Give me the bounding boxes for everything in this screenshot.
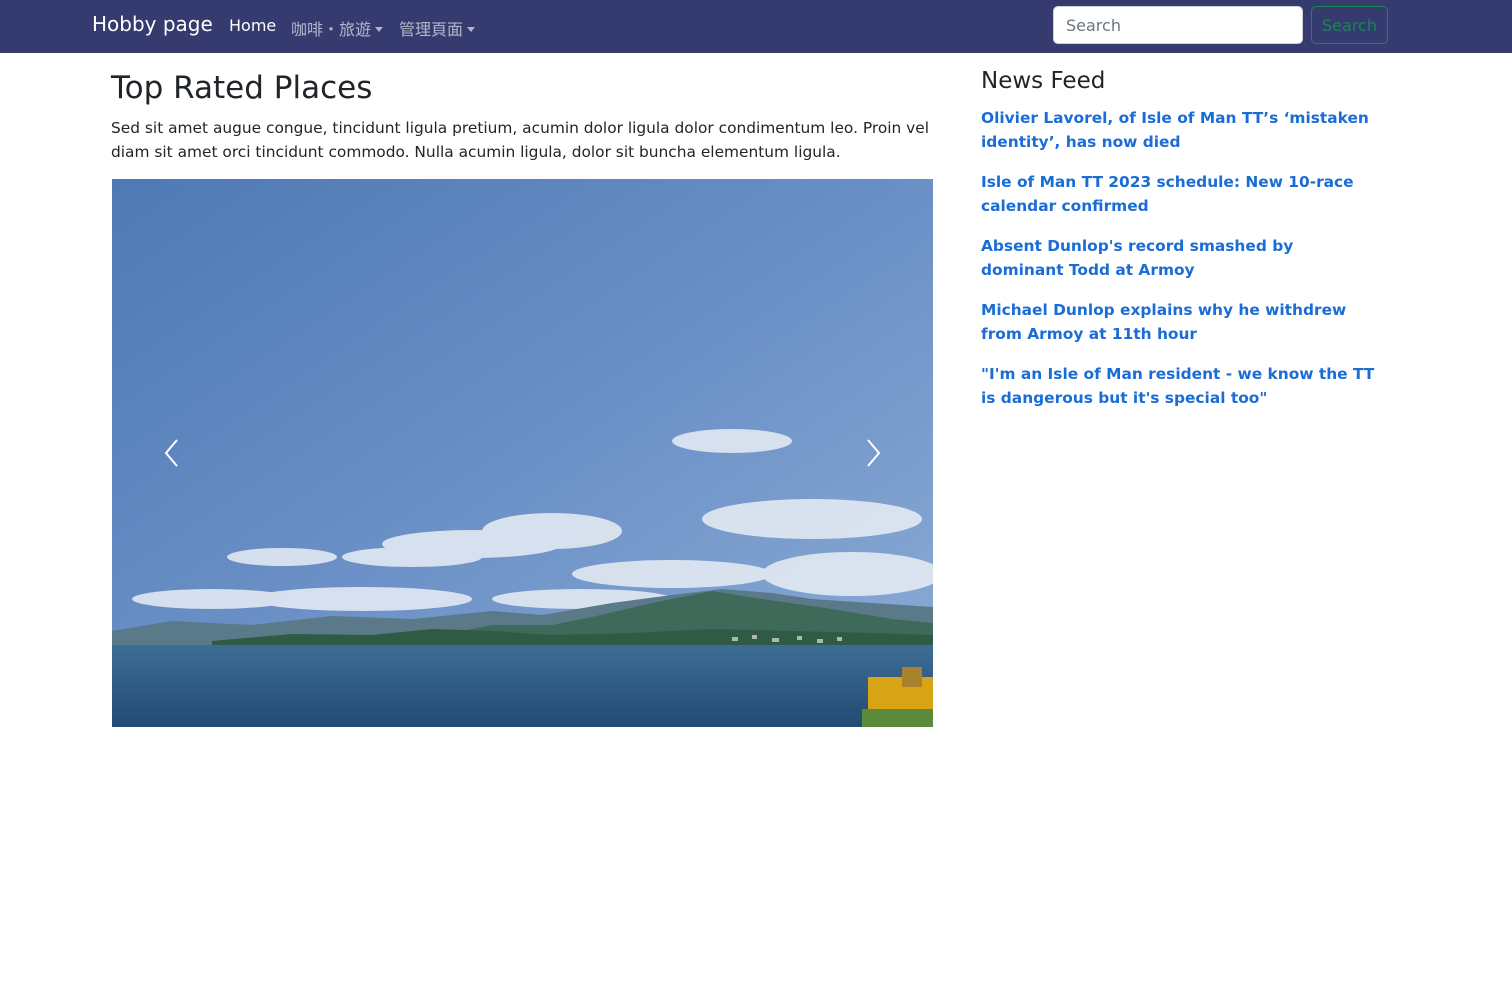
carousel-slide-image <box>112 179 933 727</box>
news-feed-list: Olivier Lavorel, of Isle of Man TT’s ‘mi… <box>981 106 1381 426</box>
chevron-left-icon <box>164 439 178 467</box>
news-link[interactable]: "I'm an Isle of Man resident - we know t… <box>981 362 1381 410</box>
list-item: "I'm an Isle of Man resident - we know t… <box>981 362 1381 410</box>
page-title: Top Rated Places <box>111 70 373 106</box>
nav-home-link[interactable]: Home <box>229 16 276 35</box>
news-link[interactable]: Absent Dunlop's record smashed by domina… <box>981 234 1381 282</box>
top-navbar: Hobby page Home 咖啡・旅遊 管理頁面 Search <box>0 0 1512 53</box>
intro-paragraph: Sed sit amet augue congue, tincidunt lig… <box>111 119 930 161</box>
news-link[interactable]: Isle of Man TT 2023 schedule: New 10-rac… <box>981 170 1381 218</box>
chevron-right-icon <box>867 439 881 467</box>
caret-down-icon <box>375 27 384 32</box>
list-item: Isle of Man TT 2023 schedule: New 10-rac… <box>981 170 1381 218</box>
image-carousel <box>112 179 933 727</box>
search-button[interactable]: Search <box>1311 6 1388 44</box>
nav-coffee-travel-label: 咖啡・旅遊 <box>291 20 372 39</box>
nav-admin-label: 管理頁面 <box>399 20 464 39</box>
list-item: Michael Dunlop explains why he withdrew … <box>981 298 1381 346</box>
brand-link[interactable]: Hobby page <box>92 12 213 36</box>
carousel-prev-button[interactable] <box>112 179 232 727</box>
nav-admin-dropdown[interactable]: 管理頁面 <box>399 16 476 40</box>
list-item: Absent Dunlop's record smashed by domina… <box>981 234 1381 282</box>
news-link[interactable]: Olivier Lavorel, of Isle of Man TT’s ‘mi… <box>981 106 1381 154</box>
carousel-next-button[interactable] <box>813 179 933 727</box>
news-feed-title: News Feed <box>981 68 1106 94</box>
nav-coffee-travel-dropdown[interactable]: 咖啡・旅遊 <box>291 16 384 40</box>
list-item: Olivier Lavorel, of Isle of Man TT’s ‘mi… <box>981 106 1381 154</box>
caret-down-icon <box>467 27 476 32</box>
search-input[interactable] <box>1053 6 1303 44</box>
news-link[interactable]: Michael Dunlop explains why he withdrew … <box>981 298 1381 346</box>
